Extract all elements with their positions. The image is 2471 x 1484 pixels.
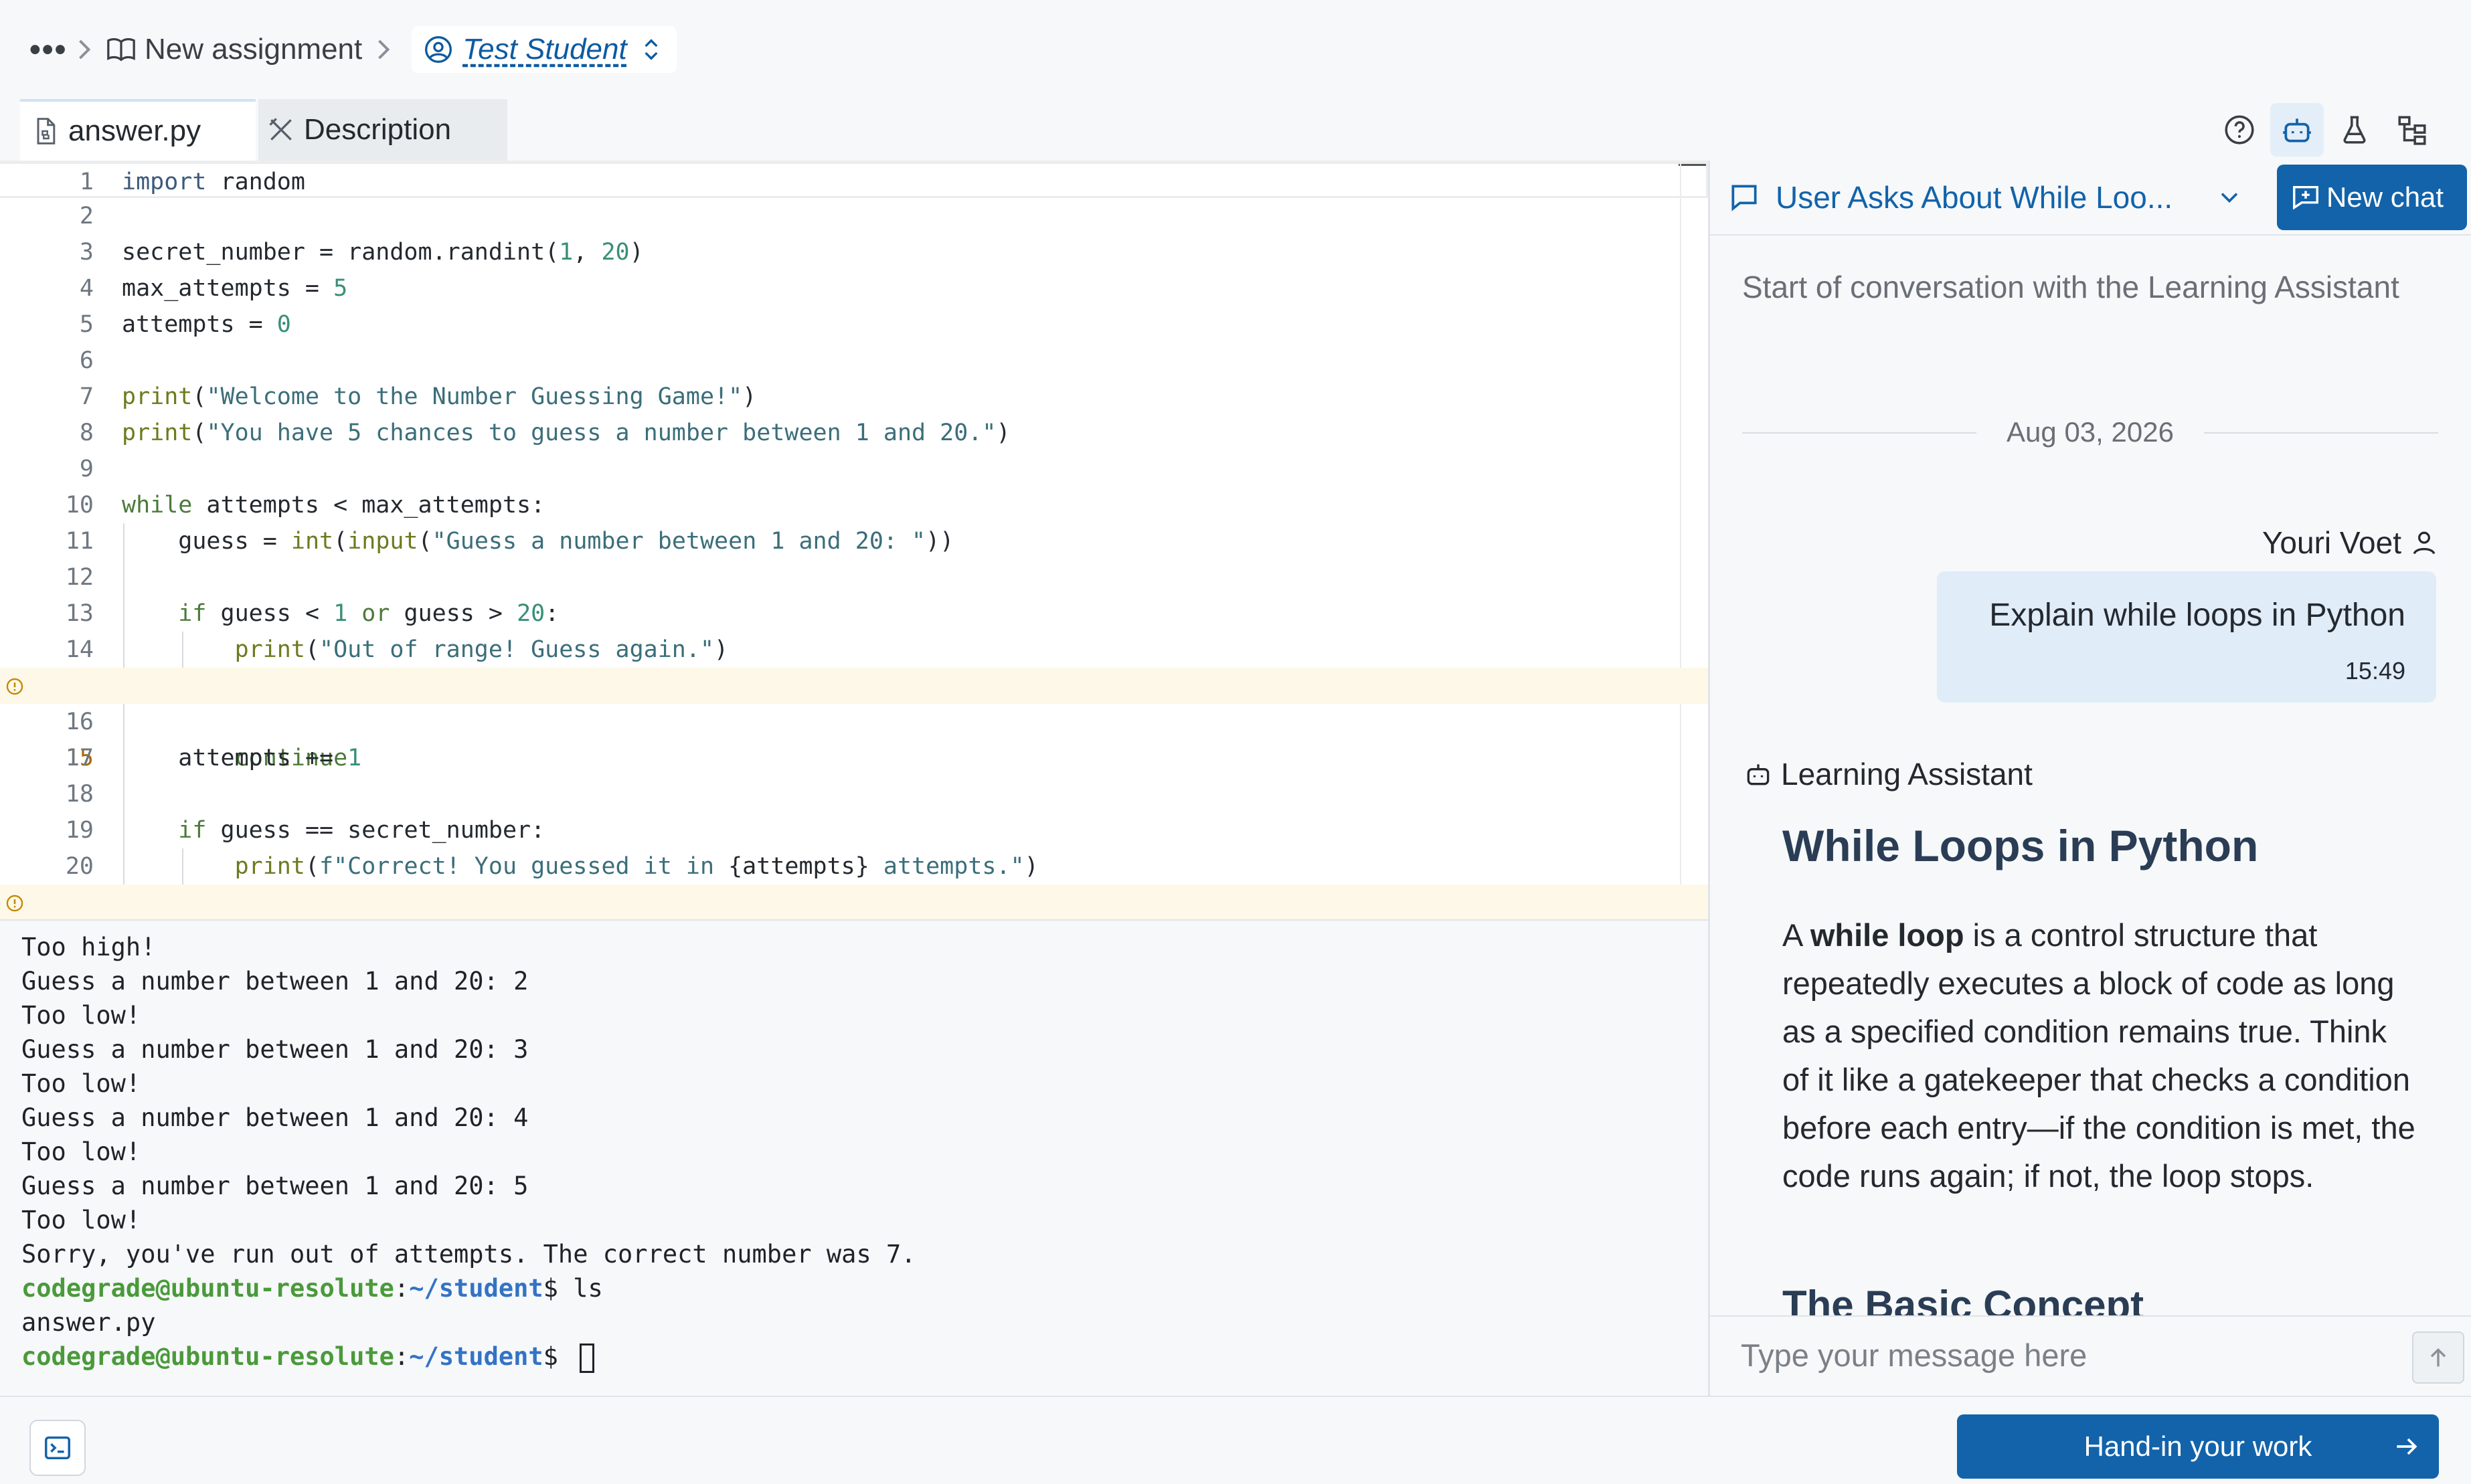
assistant-paragraph: A while loop is a control structure that…: [1782, 917, 2415, 1194]
code-line-warning: 21 break: [0, 885, 1708, 919]
robot-icon: [2283, 118, 2311, 143]
chevron-right-icon: [79, 39, 91, 60]
tab-answer-py[interactable]: answer.py: [20, 99, 256, 161]
help-icon: [2225, 115, 2254, 145]
robot-icon: [1747, 764, 1770, 785]
terminal-icon: [45, 1436, 70, 1460]
code-line: 17 attempts += 1: [65, 745, 362, 771]
terminal-line: Too low!: [21, 1001, 141, 1030]
flask-icon: [2343, 116, 2366, 144]
terminal-line: Sorry, you've run out of attempts. The c…: [21, 1240, 916, 1269]
terminal-line: Too low!: [21, 1206, 141, 1234]
user-icon: [2413, 531, 2436, 555]
hand-in-button[interactable]: Hand-in your work: [1957, 1414, 2439, 1479]
code-line: 19 if guess == secret_number:: [65, 817, 545, 844]
user-message-bubble: Explain while loops in Python 15:49: [1937, 571, 2436, 703]
assistant-panel: User Asks About While Loo... New chat St…: [1710, 161, 2471, 1396]
code-line: 4 max_attempts = 5: [79, 275, 348, 302]
terminal-cursor: [580, 1343, 595, 1373]
arrow-right-icon: [2397, 1438, 2417, 1455]
assistant-heading: While Loops in Python: [1782, 821, 2259, 870]
editor-tabbar: answer.py Description: [0, 99, 1708, 161]
code-line: 14 print("Out of range! Guess again."): [65, 636, 729, 663]
sort-updown-icon: [645, 39, 658, 60]
date-separator: Aug 03, 2026: [1742, 416, 2438, 450]
chat-header: User Asks About While Loo... New chat: [1710, 161, 2471, 236]
chat-message-input[interactable]: [1741, 1331, 2357, 1378]
python-file-icon: [37, 118, 56, 145]
chevron-right-icon: [378, 39, 390, 60]
code-line: 13 if guess < 1 or guess > 20:: [65, 600, 560, 627]
warning-icon[interactable]: [5, 677, 24, 696]
more-dots-icon[interactable]: •••: [29, 31, 66, 68]
message-time: 15:49: [2345, 657, 2405, 684]
terminal-line: Guess a number between 1 and 20: 3: [21, 1035, 529, 1064]
user-message-text: Explain while loops in Python: [1989, 597, 2405, 633]
code-line: 2: [79, 203, 94, 229]
file-tree-button[interactable]: [2385, 103, 2439, 157]
code-line-warning: 15 continue: [0, 668, 1708, 771]
code-line: 20 print(f"Correct! You guessed it in {a…: [65, 853, 1039, 880]
terminal-line: Too high!: [21, 933, 156, 961]
student-name: Test Student: [462, 33, 627, 66]
terminal-line: answer.py: [21, 1308, 156, 1337]
side-toolbar: [2209, 99, 2439, 161]
code-line: 10 while attempts < max_attempts:: [65, 492, 545, 519]
assistant-button[interactable]: [2270, 103, 2324, 157]
send-arrow-icon: [2430, 1348, 2446, 1367]
tab-description[interactable]: Description: [258, 99, 507, 161]
chat-bubble-icon: [1731, 185, 1757, 211]
terminal-line: Guess a number between 1 and 20: 4: [21, 1103, 529, 1132]
toggle-terminal-button[interactable]: [29, 1420, 86, 1476]
code-line: 9: [79, 456, 94, 482]
terminal-line: Too low!: [21, 1069, 141, 1098]
assistant-subheading: The Basic Concept: [1782, 1283, 2144, 1315]
breadcrumb: ••• New assignment Test Student: [0, 0, 2471, 99]
code-line: 6: [79, 347, 94, 374]
code-line: 5 attempts = 0: [79, 311, 291, 338]
code-line: 7 print("Welcome to the Number Guessing G…: [79, 383, 757, 410]
tab-label: answer.py: [68, 114, 201, 147]
bottom-bar: Hand-in your work: [0, 1396, 2471, 1484]
terminal-line: Too low!: [21, 1137, 141, 1166]
assistant-name: Learning Assistant: [1781, 757, 2033, 792]
tab-label: Description: [304, 113, 452, 146]
student-selector[interactable]: Test Student: [412, 26, 677, 73]
new-chat-icon: [2293, 185, 2318, 210]
code-editor[interactable]: 1 import random 2 3 secret_number = random…: [0, 161, 1708, 919]
tests-button[interactable]: [2328, 103, 2381, 157]
code-line: 3 secret_number = random.randint(1, 20): [79, 239, 644, 266]
code-line: 1 import random: [0, 162, 1708, 198]
terminal-prompt-line: codegrade@ubuntu-resolute:~/student$: [21, 1339, 1708, 1374]
assistant-caption: Learning Assistant: [1743, 756, 2033, 792]
warning-icon[interactable]: [5, 894, 24, 913]
conversation-start-text: Start of conversation with the Learning …: [1742, 270, 2399, 304]
code-line: 16: [65, 709, 94, 735]
tools-icon: [269, 118, 292, 141]
code-line: 12: [65, 564, 94, 591]
send-button[interactable]: [2412, 1331, 2464, 1384]
chat-messages[interactable]: Start of conversation with the Learning …: [1710, 236, 2471, 1315]
terminal-line: Guess a number between 1 and 20: 5: [21, 1172, 529, 1200]
terminal-line: Guess a number between 1 and 20: 2: [21, 967, 529, 996]
chevron-down-icon[interactable]: [2215, 183, 2244, 212]
code-line: 11 guess = int(input("Guess a number bet…: [65, 528, 954, 555]
book-icon: [107, 38, 135, 62]
chat-input-bar: [1710, 1315, 2471, 1396]
user-circle-icon: [425, 36, 452, 63]
chat-title[interactable]: User Asks About While Loo...: [1776, 179, 2204, 215]
user-name: Youri Voet: [2262, 525, 2401, 560]
help-button[interactable]: [2213, 103, 2266, 157]
terminal-prompt-line: codegrade@ubuntu-resolute:~/student$ ls: [21, 1274, 603, 1303]
user-caption: Youri Voet: [2262, 525, 2439, 561]
code-line: 8 print("You have 5 chances to guess a nu…: [79, 420, 1011, 446]
tree-icon: [2398, 116, 2426, 145]
code-line: 18: [65, 781, 94, 808]
breadcrumb-assignment[interactable]: New assignment: [145, 33, 362, 66]
new-chat-button[interactable]: New chat: [2277, 165, 2467, 230]
terminal[interactable]: Too high! Guess a number between 1 and 2…: [0, 919, 1708, 1396]
